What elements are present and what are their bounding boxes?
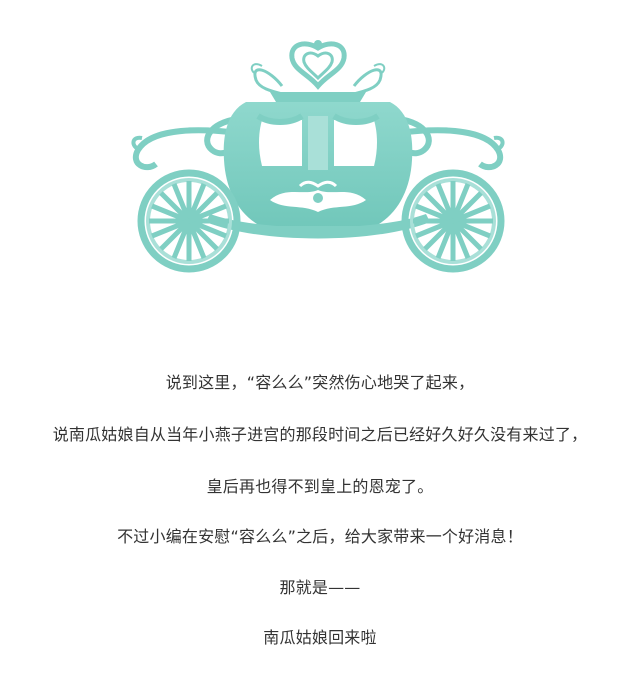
story-line-1: 说到这里，“容么么”突然伤心地哭了起来， bbox=[165, 373, 475, 392]
story-line-2: 说南瓜姑娘自从当年小燕子进宫的那段时间之后已经好久好久没有来过了， bbox=[52, 425, 588, 444]
story-line-3: 皇后再也得不到皇上的恩宠了。 bbox=[206, 477, 434, 496]
story-line-4: 不过小编在安慰“容么么”之后，给大家带来一个好消息！ bbox=[117, 527, 523, 546]
story-line-6: 南瓜姑娘回来啦 bbox=[263, 628, 377, 647]
story-text: 说到这里，“容么么”突然伤心地哭了起来， 说南瓜姑娘自从当年小燕子进宫的那段时间… bbox=[0, 0, 640, 684]
story-line-5: 那就是—— bbox=[279, 578, 361, 597]
